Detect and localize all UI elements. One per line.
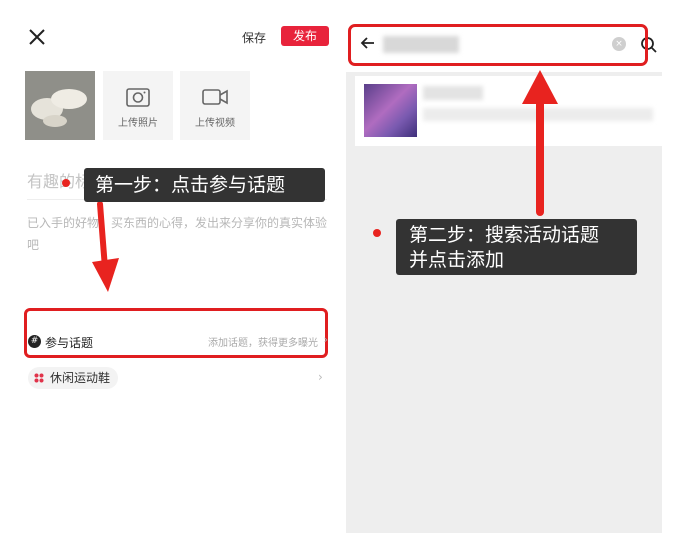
step2-line2: 并点击添加 [409,249,505,271]
step2-line1: 第二步：搜索活动话题 [409,224,600,246]
step2-callout: 第二步：搜索活动话题 并点击添加 [396,219,637,275]
arrow-to-topic-head [92,258,119,292]
arrow-to-topic [97,201,108,271]
arrow-to-search-head [522,70,558,104]
step1-callout: 第一步：点击参与话题 [84,168,325,202]
step1-marker [62,179,70,187]
step2-marker [373,229,381,237]
